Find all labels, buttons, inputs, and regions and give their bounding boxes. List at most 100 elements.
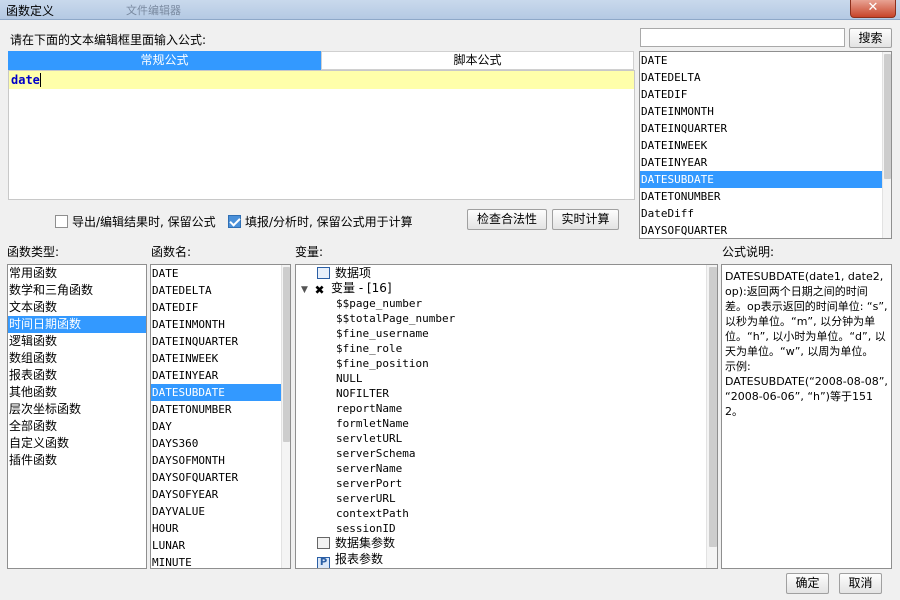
suggestion-scrollbar[interactable] (882, 52, 891, 238)
func-name-header: 函数名: (151, 245, 192, 259)
formula-editor[interactable]: date (8, 70, 635, 200)
func-name-item[interactable]: DAYSOFYEAR (151, 486, 281, 503)
variable-item[interactable]: contextPath (296, 506, 706, 521)
func-type-item[interactable]: 常用函数 (8, 265, 146, 282)
export-keep-checkbox[interactable] (55, 215, 68, 228)
suggestion-item[interactable]: DAYSOFQUARTER (640, 222, 882, 238)
description-header: 公式说明: (722, 245, 775, 259)
variable-item[interactable]: $$page_number (296, 296, 706, 311)
func-name-item[interactable]: DATEINYEAR (151, 367, 281, 384)
instruction-label: 请在下面的文本编辑框里面输入公式: (10, 33, 207, 47)
suggestion-list[interactable]: DATE DATEDELTA DATEDIF DATEINMONTH DATEI… (639, 51, 892, 239)
suggestion-item[interactable]: DATETONUMBER (640, 188, 882, 205)
variable-item[interactable]: serverPort (296, 476, 706, 491)
window-title: 函数定义 (6, 4, 55, 18)
func-name-scrollbar[interactable] (281, 265, 290, 568)
scroll-thumb[interactable] (283, 267, 290, 442)
variable-item[interactable]: formletName (296, 416, 706, 431)
suggestion-item[interactable]: DATEINMONTH (640, 103, 882, 120)
suggestion-item[interactable]: DATEINWEEK (640, 137, 882, 154)
variable-item[interactable]: $fine_username (296, 326, 706, 341)
fill-keep-checkbox[interactable] (228, 215, 241, 228)
variable-item[interactable]: sessionID (296, 521, 706, 536)
variable-item[interactable]: $fine_role (296, 341, 706, 356)
suggestion-item[interactable]: DATEDELTA (640, 69, 882, 86)
func-type-item[interactable]: 其他函数 (8, 384, 146, 401)
search-input[interactable] (640, 28, 845, 47)
func-name-item[interactable]: DATEINQUARTER (151, 333, 281, 350)
variable-item[interactable]: NOFILTER (296, 386, 706, 401)
tree-node-variables[interactable]: ▼ ✖ 变量 - [16] (296, 281, 706, 296)
func-name-item[interactable]: DATEINWEEK (151, 350, 281, 367)
scroll-thumb[interactable] (709, 267, 717, 547)
func-name-item[interactable]: DAY (151, 418, 281, 435)
func-type-item[interactable]: 逻辑函数 (8, 333, 146, 350)
search-button[interactable]: 搜索 (849, 28, 892, 48)
variable-x-icon: ✖ (314, 283, 325, 297)
table-icon (317, 267, 330, 279)
variable-item[interactable]: NULL (296, 371, 706, 386)
close-button[interactable]: ✕ (850, 0, 896, 18)
func-type-item[interactable]: 插件函数 (8, 452, 146, 469)
realtime-calc-button[interactable]: 实时计算 (552, 209, 619, 230)
export-keep-label: 导出/编辑结果时, 保留公式 (72, 215, 216, 229)
func-name-item[interactable]: DAYSOFMONTH (151, 452, 281, 469)
func-name-item[interactable]: DATETONUMBER (151, 401, 281, 418)
func-type-item[interactable]: 数学和三角函数 (8, 282, 146, 299)
func-type-item-selected[interactable]: 时间日期函数 (8, 316, 146, 333)
suggestion-item[interactable]: DATEDIF (640, 86, 882, 103)
tree-node-dataset-params[interactable]: 数据集参数 (296, 536, 706, 552)
tree-label: 报表参数 (335, 552, 384, 566)
tab-script-formula[interactable]: 脚本公式 (321, 51, 634, 70)
func-type-list[interactable]: 常用函数 数学和三角函数 文本函数 时间日期函数 逻辑函数 数组函数 报表函数 … (7, 264, 147, 569)
variable-item[interactable]: serverSchema (296, 446, 706, 461)
func-type-item[interactable]: 全部函数 (8, 418, 146, 435)
background-tab: 文件编辑器 (126, 4, 181, 17)
tree-node-report-params[interactable]: P 报表参数 (296, 552, 706, 568)
ok-button[interactable]: 确定 (786, 573, 829, 594)
func-name-item[interactable]: DAYVALUE (151, 503, 281, 520)
func-name-item[interactable]: HOUR (151, 520, 281, 537)
export-keep-option[interactable]: 导出/编辑结果时, 保留公式 (55, 213, 216, 230)
scroll-thumb[interactable] (884, 54, 891, 179)
description-panel: DATESUBDATE(date1, date2, op):返回两个日期之间的时… (721, 264, 892, 569)
func-type-item[interactable]: 报表函数 (8, 367, 146, 384)
dataset-param-icon (317, 537, 330, 549)
func-name-item[interactable]: DATE (151, 265, 281, 282)
func-name-item[interactable]: DATEDIF (151, 299, 281, 316)
suggestion-item[interactable]: DATEINQUARTER (640, 120, 882, 137)
fill-keep-option[interactable]: 填报/分析时, 保留公式用于计算 (228, 213, 413, 230)
variable-item[interactable]: servletURL (296, 431, 706, 446)
func-type-item[interactable]: 文本函数 (8, 299, 146, 316)
tree-node-data-items[interactable]: 数据项 (296, 266, 706, 281)
variable-item[interactable]: $fine_position (296, 356, 706, 371)
func-name-list[interactable]: DATE DATEDELTA DATEDIF DATEINMONTH DATEI… (150, 264, 291, 569)
variable-item[interactable]: reportName (296, 401, 706, 416)
func-name-item[interactable]: DAYSOFQUARTER (151, 469, 281, 486)
suggestion-item[interactable]: DateDiff (640, 205, 882, 222)
func-name-item[interactable]: DATEINMONTH (151, 316, 281, 333)
suggestion-item[interactable]: DATE (640, 52, 882, 69)
func-name-item[interactable]: DATEDELTA (151, 282, 281, 299)
func-name-item-selected[interactable]: DATESUBDATE (151, 384, 281, 401)
func-type-header: 函数类型: (7, 245, 60, 259)
func-name-item[interactable]: DAYS360 (151, 435, 281, 452)
tab-normal-formula[interactable]: 常规公式 (8, 51, 321, 70)
check-validity-button[interactable]: 检查合法性 (467, 209, 547, 230)
variable-item[interactable]: $$totalPage_number (296, 311, 706, 326)
func-type-item[interactable]: 数组函数 (8, 350, 146, 367)
func-type-item[interactable]: 自定义函数 (8, 435, 146, 452)
variables-scrollbar[interactable] (706, 265, 717, 568)
variable-item[interactable]: serverURL (296, 491, 706, 506)
suggestion-item[interactable]: DATEINYEAR (640, 154, 882, 171)
func-type-item[interactable]: 层次坐标函数 (8, 401, 146, 418)
variables-tree[interactable]: 数据项 ▼ ✖ 变量 - [16] $$page_number $$totalPag… (295, 264, 718, 569)
variable-item[interactable]: serverName (296, 461, 706, 476)
formula-text: date (11, 73, 40, 87)
tree-label: 数据项 (335, 266, 372, 280)
report-param-icon: P (317, 557, 330, 568)
func-name-item[interactable]: MINUTE (151, 554, 281, 568)
func-name-item[interactable]: LUNAR (151, 537, 281, 554)
suggestion-item-selected[interactable]: DATESUBDATE (640, 171, 882, 188)
cancel-button[interactable]: 取消 (839, 573, 882, 594)
